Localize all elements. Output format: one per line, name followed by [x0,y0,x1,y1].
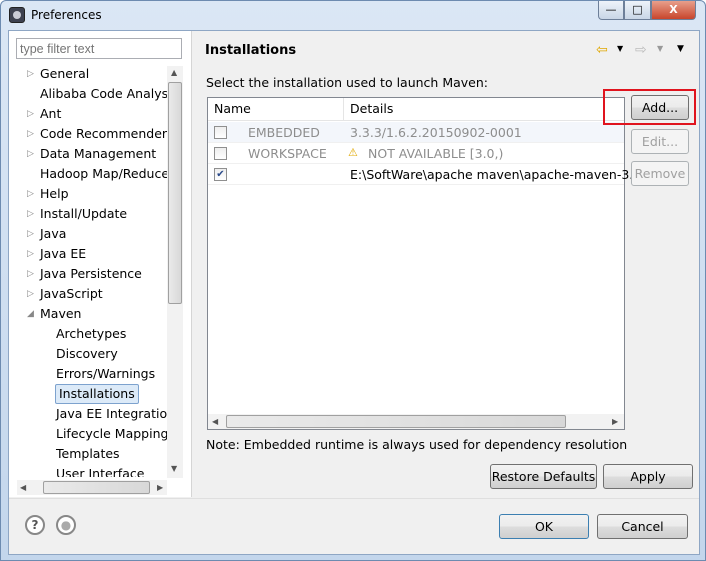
tree-item-label: Templates [56,446,120,461]
tree-item-label: Java EE [40,246,87,261]
eclipse-icon [9,7,25,23]
expand-arrow-icon[interactable]: ▷ [27,224,34,244]
filter-input[interactable] [16,38,182,59]
scroll-left-icon[interactable]: ◀ [212,417,218,426]
back-dropdown-icon[interactable]: ▼ [617,44,623,53]
installation-checkbox[interactable]: ✔ [214,168,227,181]
installation-name: WORKSPACE [248,146,327,161]
tree-item-label: Errors/Warnings [56,366,156,381]
table-horizontal-scrollbar[interactable]: ◀ ▶ [208,414,624,429]
tree-horizontal-scrollbar[interactable]: ◀ ▶ [17,480,167,495]
window-title: Preferences [31,8,102,22]
installations-table: Name Details EMBEDDED 3.3.3/1.6.2.2015090… [207,97,645,430]
restore-defaults-button[interactable]: Restore Defaults [490,464,597,489]
tree-item-label: Code Recommenders [40,126,167,141]
preferences-window: Preferences — □ X ▷ General Alibaba Code A… [0,0,706,561]
remove-button[interactable]: Remove [631,161,689,186]
tree-item-label: Installations [55,384,139,404]
dialog-client: ▷ General Alibaba Code Analysis ▷ Ant ▷ Code R… [8,30,700,555]
column-header-name[interactable]: Name [208,98,344,121]
installation-details: E:\SoftWare\apache maven\apache-maven-3.… [350,167,646,182]
tree-item-label: Hadoop Map/Reduce [40,166,167,181]
scroll-down-icon[interactable]: ▼ [171,464,177,473]
highlight-box [603,89,696,125]
scroll-thumb[interactable] [43,481,150,494]
expand-arrow-icon[interactable]: ▷ [27,64,34,84]
expand-arrow-icon[interactable]: ▷ [27,244,34,264]
expand-arrow-icon[interactable]: ▷ [27,124,34,144]
tree-item-label: User Interface [56,466,145,477]
scroll-up-icon[interactable]: ▲ [171,68,177,77]
scroll-right-icon[interactable]: ▶ [612,417,618,426]
collapse-arrow-icon[interactable]: ◢ [27,304,34,324]
tree-item-label: Ant [40,106,62,121]
edit-button[interactable]: Edit... [631,129,689,154]
page-title: Installations [205,43,297,58]
expand-arrow-icon[interactable]: ▷ [27,104,34,124]
tree-item-label: Lifecycle Mapping [56,426,167,441]
tree-item-label: Java Persistence [40,266,142,281]
table-row[interactable]: WORKSPACE ⚠ NOT AVAILABLE [3.0,) [208,143,624,164]
tree-item-label: Discovery [56,346,118,361]
expand-arrow-icon[interactable]: ▷ [27,204,34,224]
tree-item-label: Help [40,186,69,201]
forward-dropdown-icon[interactable]: ▼ [657,44,663,53]
view-menu-icon[interactable]: ▼ [677,44,684,54]
preference-tree-pane: ▷ General Alibaba Code Analysis ▷ Ant ▷ Code R… [9,31,192,497]
tree-item-label: Maven [40,306,82,321]
tree-item-label: Archetypes [56,326,127,341]
dialog-footer: ? ● OK Cancel [9,498,699,554]
installation-details: 3.3.3/1.6.2.20150902-0001 [350,125,522,140]
scroll-thumb[interactable] [168,82,182,304]
tree-item-label: Java [40,226,67,241]
tree-vertical-scrollbar[interactable]: ▲ ▼ [167,66,183,478]
expand-arrow-icon[interactable]: ▷ [27,284,34,304]
back-arrow-icon[interactable]: ⇦ [596,42,608,58]
tree-item-label: Install/Update [40,206,128,221]
preference-tree: ▷ General Alibaba Code Analysis ▷ Ant ▷ Code R… [9,64,167,477]
expand-arrow-icon[interactable]: ▷ [27,264,34,284]
installation-details: NOT AVAILABLE [3.0,) [368,146,504,161]
maximize-button[interactable]: □ [624,1,651,20]
note-label: Note: Embedded runtime is always used fo… [206,437,628,452]
tree-item-label: JavaScript [40,286,103,301]
tree-item-label: Data Management [40,146,157,161]
scroll-thumb[interactable] [226,415,566,428]
cancel-button[interactable]: Cancel [597,514,688,539]
tree-item-label: Java EE Integration [56,406,167,421]
help-icon[interactable]: ? [25,515,45,535]
table-row[interactable]: EMBEDDED 3.3.3/1.6.2.20150902-0001 [208,122,624,143]
installation-checkbox[interactable] [214,126,227,139]
table-row[interactable]: ✔ E:\SoftWare\apache maven\apache-maven-3… [208,164,645,185]
tree-item-label: General [40,66,90,81]
installation-checkbox[interactable] [214,147,227,160]
tree-item-label: Alibaba Code Analysis [40,86,167,101]
scroll-left-icon[interactable]: ◀ [20,483,26,492]
close-button[interactable]: X [651,1,696,20]
installations-page: Installations ⇦ ▼ ⇨ ▼ ▼ Select the insta… [193,31,700,497]
apply-button[interactable]: Apply [603,464,693,489]
minimize-button[interactable]: — [598,1,624,20]
record-macro-icon[interactable]: ● [56,515,76,535]
scroll-right-icon[interactable]: ▶ [157,483,163,492]
forward-arrow-icon[interactable]: ⇨ [635,42,647,58]
warning-icon: ⚠ [348,146,358,159]
expand-arrow-icon[interactable]: ▷ [27,144,34,164]
ok-button[interactable]: OK [499,514,589,539]
expand-arrow-icon[interactable]: ▷ [27,184,34,204]
instruction-label: Select the installation used to launch M… [206,75,488,90]
installation-name: EMBEDDED [248,125,320,140]
column-header-details[interactable]: Details [344,98,624,121]
